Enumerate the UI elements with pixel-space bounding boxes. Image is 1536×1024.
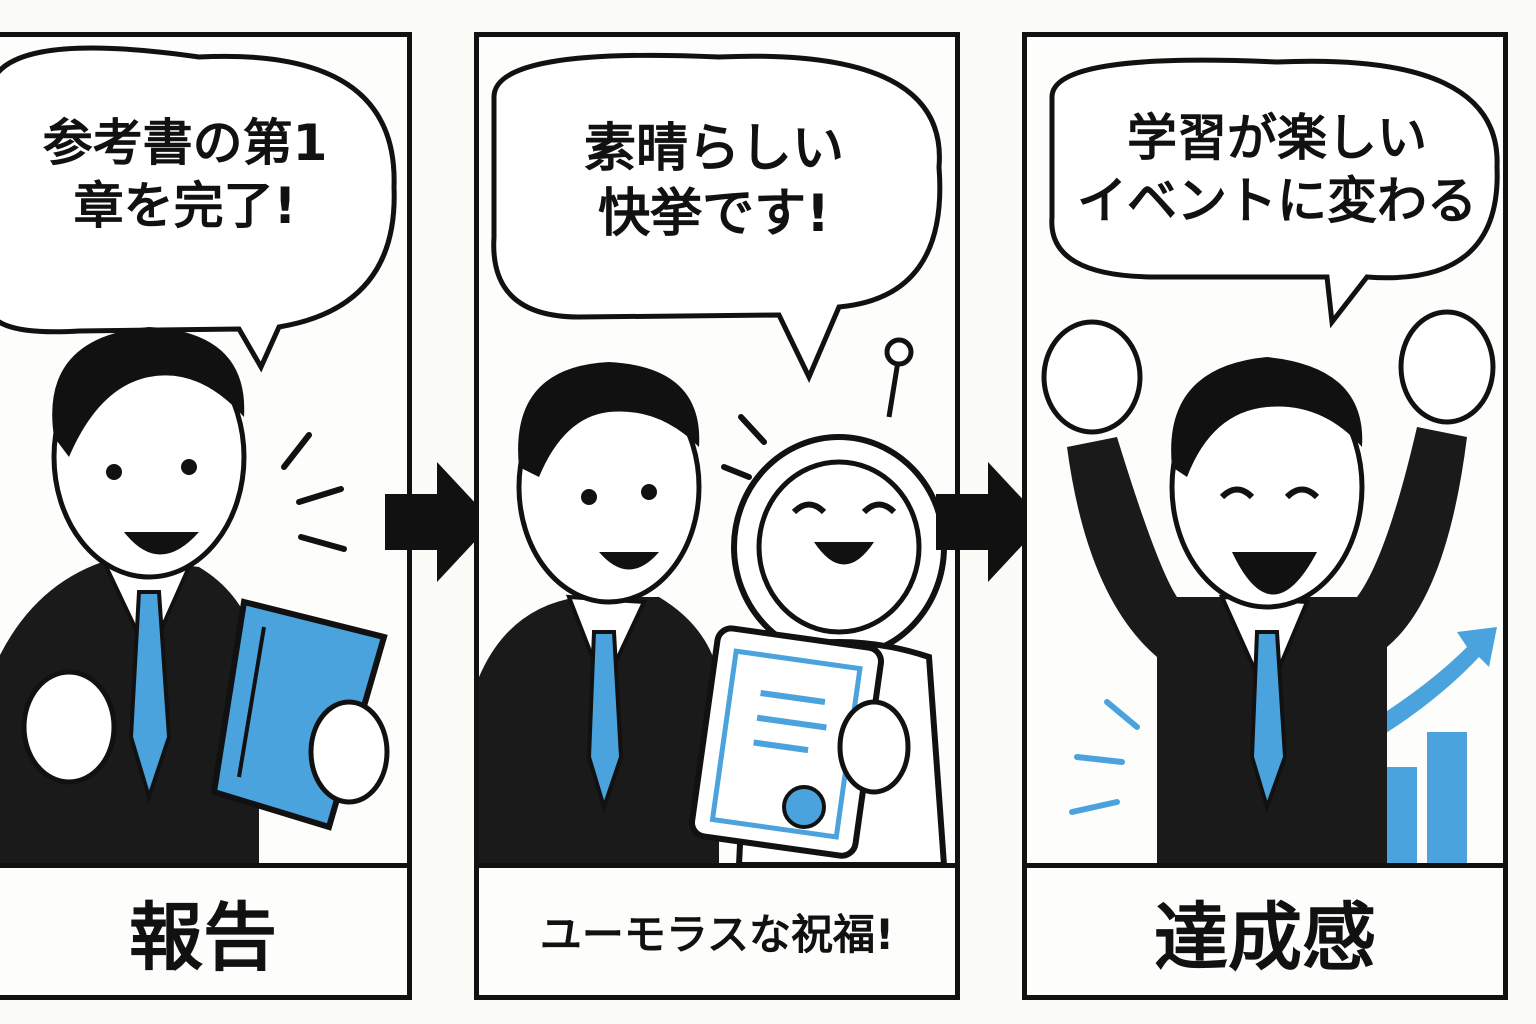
panel-caption: 達成感 xyxy=(1027,863,1503,995)
motion-lines xyxy=(1069,699,1140,815)
caption-text: 達成感 xyxy=(1154,895,1376,981)
speech-text: 学習が楽しい イベントに変わる xyxy=(1067,107,1487,232)
speech-line-1: 素晴らしい xyxy=(583,119,844,179)
panel-celebration: 素晴らしい 快挙です! ユーモラスな祝福! xyxy=(474,32,960,1000)
caption-text: ユーモラスな祝福! xyxy=(539,910,895,959)
speech-line-1: 参考書の第1 xyxy=(42,114,328,172)
speech-text: 参考書の第1 章を完了! xyxy=(5,112,365,237)
panel-caption: 報告 xyxy=(0,863,407,995)
speech-line-2: 章を完了! xyxy=(73,176,297,235)
speech-line-2: 快挙です! xyxy=(598,184,830,244)
speech-line-1: 学習が楽しい xyxy=(1127,109,1427,167)
excitement-lines xyxy=(281,432,347,552)
speech-line-2: イベントに変わる xyxy=(1077,171,1477,230)
caption-text: 報告 xyxy=(129,895,277,981)
panel-caption: ユーモラスな祝福! xyxy=(479,863,955,995)
speech-text: 素晴らしい 快挙です! xyxy=(559,117,869,247)
panel-report: 参考書の第1 章を完了! 報告 xyxy=(0,32,412,1000)
panel-achievement: 学習が楽しい イベントに変わる 達成感 xyxy=(1022,32,1508,1000)
